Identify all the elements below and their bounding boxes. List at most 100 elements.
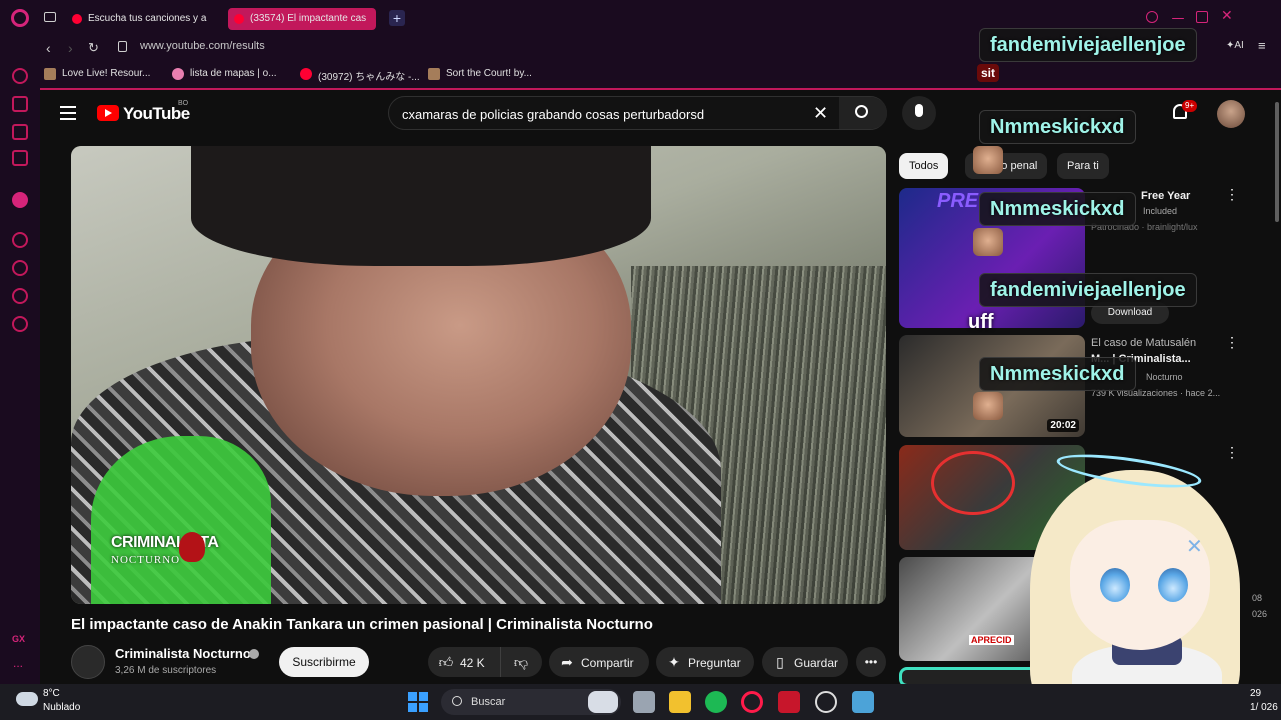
video-duration: 20:02 — [1047, 419, 1079, 432]
subscribe-button[interactable]: Suscribirme — [279, 647, 369, 677]
voice-search-button[interactable] — [902, 96, 936, 130]
steam-icon[interactable] — [815, 691, 837, 713]
opera-gx-icon[interactable] — [741, 691, 763, 713]
ai-button[interactable]: ✦AI — [1226, 40, 1244, 51]
play-icon[interactable] — [12, 232, 28, 248]
bookmark-item[interactable]: (30972) ちゃんみな -... — [300, 68, 420, 83]
scrollbar-thumb[interactable] — [1275, 102, 1279, 222]
player-icon[interactable] — [12, 124, 28, 140]
file-explorer-icon[interactable] — [669, 691, 691, 713]
bookmark-label: Sort the Court! by... — [446, 68, 532, 79]
weather-temperature[interactable]: 8°C — [43, 688, 60, 699]
app-icon[interactable] — [778, 691, 800, 713]
ask-button[interactable]: ✦ Preguntar — [656, 647, 754, 677]
save-button[interactable]: ▯ Guardar — [762, 647, 848, 677]
taskbar-search-label: Buscar — [471, 696, 506, 708]
bookmark-favicon-icon — [428, 68, 440, 80]
skull-logo-icon — [179, 532, 205, 562]
tab-label: (33574) El impactante cas — [250, 13, 367, 24]
thumbs-down-icon: 👎︎ — [513, 654, 529, 670]
chat-emote-label: sit — [977, 64, 1000, 82]
reload-button[interactable]: ↻ — [88, 40, 99, 56]
recommendation-title[interactable]: El caso de Matusalén — [1091, 337, 1196, 349]
video-hair — [191, 146, 651, 266]
kebab-menu-icon[interactable]: ⋮ — [1225, 187, 1239, 201]
dislike-button[interactable]: 👎︎ — [500, 647, 542, 677]
search-box[interactable]: cxamaras de policias grabando cosas pert… — [388, 96, 887, 130]
menu-icon[interactable] — [60, 106, 76, 120]
settings-icon[interactable] — [12, 316, 28, 332]
opera-logo-icon[interactable] — [11, 9, 29, 27]
messenger-icon[interactable] — [12, 192, 28, 208]
twitch-icon[interactable] — [12, 150, 28, 166]
search-icon — [855, 105, 868, 118]
minimize-button[interactable] — [1172, 18, 1184, 19]
chat-message: Nmmeskickxd — [979, 192, 1136, 226]
chat-message-plain: uff — [968, 311, 994, 333]
photos-icon[interactable] — [852, 691, 874, 713]
search-input[interactable]: cxamaras de policias grabando cosas pert… — [402, 107, 704, 122]
clock-date[interactable]: 1/ 026 — [1250, 702, 1278, 713]
notifications-badge: 9+ — [1182, 100, 1198, 112]
share-label: Compartir — [581, 656, 634, 670]
weather-condition[interactable]: Nublado — [43, 702, 80, 713]
search-tabs-icon[interactable] — [1146, 11, 1158, 23]
bookmark-label: lista de mapas | o... — [190, 68, 277, 79]
bookmarks-bar: Love Live! Resour... lista de mapas | o.… — [40, 60, 1281, 90]
like-count: 42 K — [460, 656, 485, 670]
tab-active-video[interactable]: (33574) El impactante cas — [228, 8, 376, 30]
recommendation-snippet: 08 — [1252, 593, 1263, 603]
gx-label[interactable]: GX — [12, 634, 25, 644]
sidebar-more-icon[interactable]: ... — [13, 656, 23, 670]
tab-spotify[interactable]: Escucha tus canciones y a — [66, 8, 216, 30]
search-button[interactable] — [839, 97, 887, 129]
account-avatar[interactable] — [1217, 100, 1245, 128]
history-icon[interactable] — [12, 260, 28, 276]
bookmark-item[interactable]: Love Live! Resour... — [44, 68, 150, 80]
page-scrollbar[interactable] — [1273, 92, 1281, 684]
spotify-icon[interactable] — [705, 691, 727, 713]
tab-overview-icon[interactable] — [44, 12, 56, 22]
like-button[interactable]: 👍︎ 42 K — [428, 647, 500, 677]
widget-icon[interactable] — [588, 691, 618, 713]
easy-setup-icon[interactable]: ≡ — [1258, 38, 1266, 53]
back-button[interactable]: ‹ — [46, 40, 51, 56]
channel-avatar[interactable] — [71, 645, 105, 679]
video-player[interactable]: CRIMINALISTA NOCTURNO — [71, 146, 886, 604]
bookmark-item[interactable]: Sort the Court! by... — [428, 68, 532, 80]
more-actions-button[interactable]: ••• — [856, 647, 886, 677]
clock-time[interactable]: 29 — [1250, 688, 1261, 699]
url-field[interactable]: www.youtube.com/results — [140, 40, 265, 52]
task-view-icon[interactable] — [633, 691, 655, 713]
recommendation-channel[interactable]: Nocturno — [1146, 372, 1183, 382]
maximize-button[interactable] — [1196, 11, 1208, 23]
kebab-menu-icon[interactable]: ⋮ — [1225, 335, 1239, 349]
bookmark-label: (30972) ちゃんみな -... — [318, 72, 420, 83]
vtuber-eye-right — [1158, 568, 1188, 602]
thumbnail-label: APRECID — [969, 635, 1014, 645]
bookmark-icon: ▯ — [776, 654, 784, 670]
extensions-icon[interactable] — [12, 288, 28, 304]
forward-button[interactable]: › — [68, 40, 73, 56]
video-title: El impactante caso de Anakin Tankara un … — [71, 616, 653, 633]
new-tab-button[interactable]: + — [389, 10, 405, 26]
share-button[interactable]: ➦ Compartir — [549, 647, 649, 677]
chip-all[interactable]: Todos — [899, 153, 949, 179]
recommendation-title[interactable]: Free Year — [1141, 190, 1190, 202]
youtube-logo-text[interactable]: YouTube — [123, 104, 190, 124]
channel-name[interactable]: Criminalista Nocturno — [115, 646, 251, 661]
youtube-logo-icon[interactable] — [97, 105, 119, 121]
windows-start-icon[interactable] — [408, 692, 428, 712]
tab-label: Escucha tus canciones y a — [88, 13, 207, 24]
bookmark-item[interactable]: lista de mapas | o... — [172, 68, 277, 80]
workspaces-icon[interactable] — [12, 96, 28, 112]
search-icon — [452, 696, 462, 706]
chip-para-ti[interactable]: Para ti — [1057, 153, 1109, 179]
opera-sidebar: GX ... — [0, 0, 40, 684]
close-window-button[interactable]: ✕ — [1221, 7, 1233, 24]
cloud-icon[interactable] — [16, 692, 38, 706]
thumbs-up-icon: 👍︎ — [438, 654, 454, 670]
aria-icon[interactable] — [12, 68, 28, 84]
vtuber-avatar: ✕ — [1012, 447, 1252, 720]
clear-search-icon[interactable]: ✕ — [813, 103, 828, 124]
